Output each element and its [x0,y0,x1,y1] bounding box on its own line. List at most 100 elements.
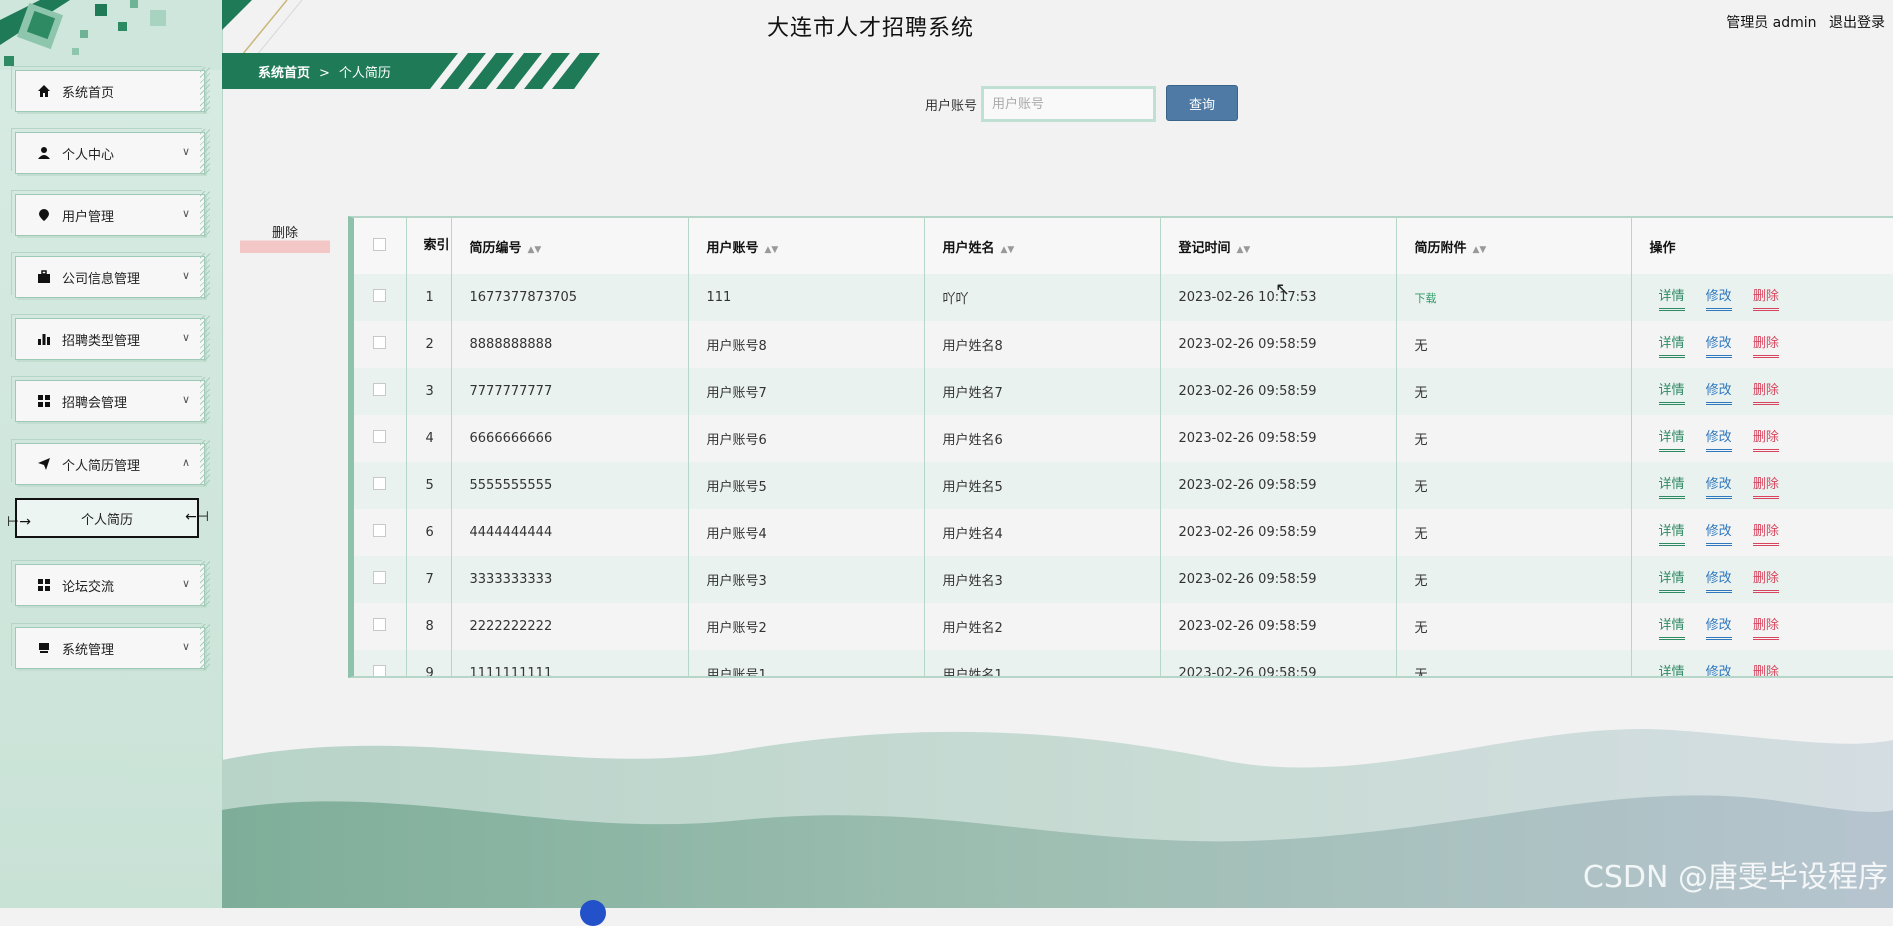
cell-name: 用户姓名5 [924,462,1161,509]
sort-icon[interactable]: ▲▼ [765,245,779,255]
column-header-account[interactable]: 用户账号 ▲▼ [688,218,925,274]
row-checkbox[interactable] [354,556,407,603]
detail-button[interactable]: 详情 [1658,473,1685,499]
edit-button[interactable]: 修改 [1705,520,1732,546]
sidebar-item-personal-center[interactable]: 个人中心 ∨ [11,128,210,175]
pin-icon [36,207,52,223]
row-checkbox[interactable] [354,274,407,321]
breadcrumb-home[interactable]: 系统首页 [258,66,310,81]
cell-ops: 详情 修改 删除 [1631,415,1893,462]
delete-button[interactable]: 删除 [1752,614,1779,640]
edit-button[interactable]: 修改 [1705,426,1732,452]
table-row: 8 2222222222 用户账号2 用户姓名2 2023-02-26 09:5… [354,603,1893,650]
sidebar-item-label: 个人简历管理 [62,458,141,474]
app-title: 大连市人才招聘系统 [767,16,975,41]
row-checkbox[interactable] [354,415,407,462]
query-button[interactable]: 查询 [1166,85,1238,121]
attachment-value: 无 [1414,480,1428,495]
column-header-reg-time[interactable]: 登记时间 ▲▼ [1160,218,1397,274]
detail-button[interactable]: 详情 [1658,520,1685,546]
row-checkbox[interactable] [354,368,407,415]
row-checkbox[interactable] [354,650,407,676]
cell-resume-no: 1677377873705 [451,274,689,321]
sidebar-item-label: 公司信息管理 [62,271,141,287]
cell-attachment: 无 [1396,462,1632,509]
sidebar-item-forum[interactable]: 论坛交流 ∨ [11,560,210,607]
delete-button[interactable]: 删除 [1752,379,1779,405]
sidebar-item-resume-management[interactable]: 个人简历管理 ∧ [11,439,210,486]
detail-button[interactable]: 详情 [1658,614,1685,640]
cell-index: 7 [406,556,452,603]
delete-button[interactable]: 删除 [1752,426,1779,452]
delete-button[interactable]: 删除 [1752,473,1779,499]
select-all-checkbox[interactable] [354,218,407,274]
sort-icon[interactable]: ▲▼ [1473,245,1487,255]
edit-button[interactable]: 修改 [1705,332,1732,358]
delete-button[interactable]: 删除 [1752,332,1779,358]
delete-button[interactable]: 删除 [1752,520,1779,546]
detail-button[interactable]: 详情 [1658,332,1685,358]
cell-name: 用户姓名7 [924,368,1161,415]
sidebar-item-home[interactable]: 系统首页 [11,66,210,113]
sidebar-item-company-info[interactable]: 公司信息管理 ∨ [11,252,210,299]
delete-button[interactable]: 删除 [1753,661,1779,677]
sort-icon[interactable]: ▲▼ [528,245,542,255]
cell-attachment: 无 [1396,556,1632,603]
sidebar-item-job-fair[interactable]: 招聘会管理 ∨ [11,376,210,423]
download-link[interactable]: 下载 [1415,292,1437,305]
batch-delete-button[interactable]: 删除 [240,218,330,253]
edit-button[interactable]: 修改 [1705,379,1732,405]
detail-button[interactable]: 详情 [1659,661,1685,677]
briefcase-icon [36,269,52,285]
search-input[interactable] [981,86,1156,122]
edit-button[interactable]: 修改 [1706,661,1732,677]
detail-button[interactable]: 详情 [1658,379,1685,405]
delete-button[interactable]: 删除 [1752,285,1779,311]
grid-icon [36,393,52,409]
column-header-attachment[interactable]: 简历附件 ▲▼ [1396,218,1632,274]
cell-name: 吖吖 [924,274,1161,321]
search-label: 用户账号 [925,99,978,114]
delete-button[interactable]: 删除 [1752,567,1779,593]
sort-icon[interactable]: ▲▼ [1001,245,1015,255]
sidebar-item-label: 个人中心 [62,147,115,163]
edit-button[interactable]: 修改 [1705,473,1732,499]
cell-reg-time: 2023-02-26 09:58:59 [1160,556,1397,603]
cell-account: 用户账号8 [688,321,925,368]
detail-button[interactable]: 详情 [1658,285,1685,311]
table-row: 7 3333333333 用户账号3 用户姓名3 2023-02-26 09:5… [354,556,1893,603]
detail-button[interactable]: 详情 [1658,426,1685,452]
row-checkbox[interactable] [354,509,407,556]
cell-index: 3 [406,368,452,415]
row-checkbox[interactable] [354,321,407,368]
table-row: 4 6666666666 用户账号6 用户姓名6 2023-02-26 09:5… [354,415,1893,462]
logout-link[interactable]: 退出登录 [1829,15,1885,31]
row-checkbox[interactable] [354,603,407,650]
sidebar-subitem-resume[interactable]: ⊢→ 个人简历 ←⊣ [7,498,209,538]
attachment-value: 无 [1414,668,1428,678]
sidebar: 系统首页 个人中心 ∨ 用户管理 ∨ 公司信息管理 ∨ 招聘类型管理 ∨ 招聘会… [0,0,223,908]
row-checkbox[interactable] [354,462,407,509]
cell-resume-no: 4444444444 [451,509,689,556]
cell-name: 用户姓名3 [924,556,1161,603]
sidebar-item-label: 招聘类型管理 [62,333,141,349]
cell-index: 9 [406,650,452,676]
sidebar-item-system-management[interactable]: 系统管理 ∨ [11,623,210,670]
edit-button[interactable]: 修改 [1705,567,1732,593]
floating-button[interactable] [580,900,606,926]
sidebar-item-label: 系统首页 [62,85,115,101]
edit-button[interactable]: 修改 [1705,285,1732,311]
cell-resume-no: 1111111111 [451,650,689,676]
sort-icon[interactable]: ▲▼ [1237,245,1251,255]
send-icon [36,456,52,472]
sidebar-item-recruit-type[interactable]: 招聘类型管理 ∨ [11,314,210,361]
chevron-down-icon: ∨ [181,145,190,158]
breadcrumb-separator: > [319,66,330,81]
edit-button[interactable]: 修改 [1705,614,1732,640]
column-header-resume-no[interactable]: 简历编号 ▲▼ [451,218,689,274]
detail-button[interactable]: 详情 [1658,567,1685,593]
column-header-name[interactable]: 用户姓名 ▲▼ [924,218,1161,274]
sidebar-item-user-management[interactable]: 用户管理 ∨ [11,190,210,237]
cell-account: 用户账号1 [688,650,925,676]
chevron-down-icon: ∨ [181,393,190,406]
